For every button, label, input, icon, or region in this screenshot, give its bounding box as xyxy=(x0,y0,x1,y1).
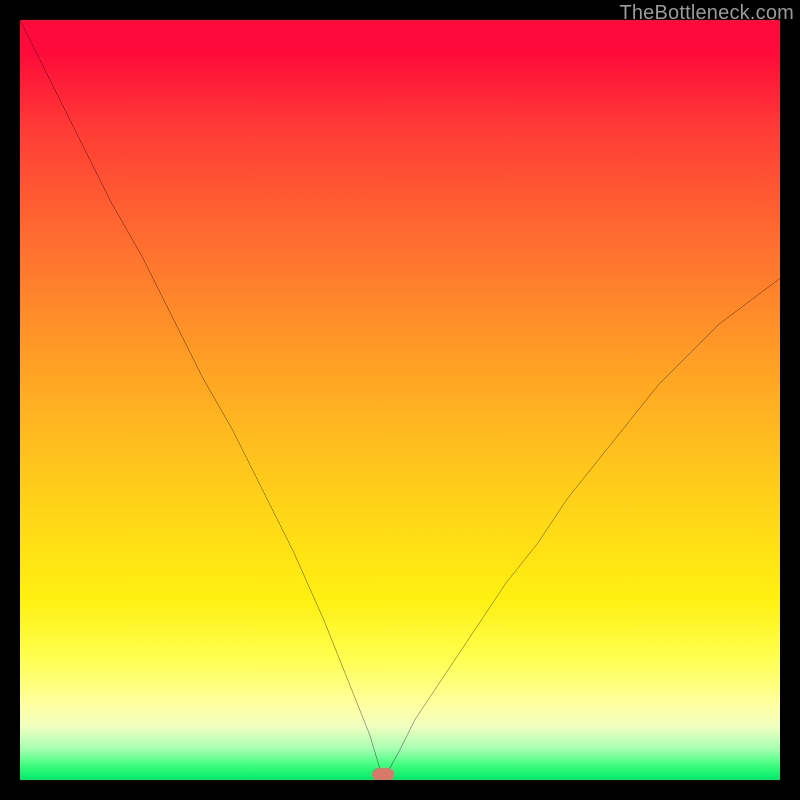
chart-frame: TheBottleneck.com xyxy=(0,0,800,800)
optimum-marker xyxy=(372,768,394,780)
plot-area xyxy=(20,20,780,780)
bottleneck-curve xyxy=(20,20,780,780)
